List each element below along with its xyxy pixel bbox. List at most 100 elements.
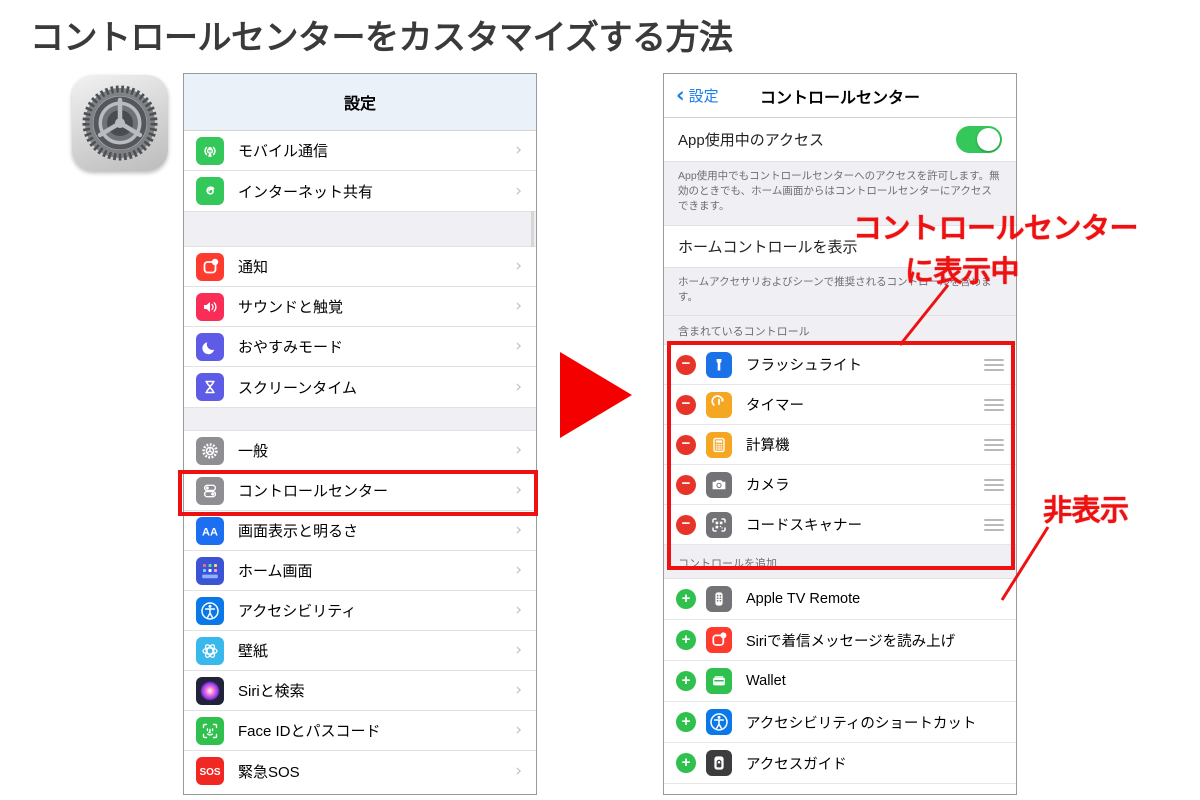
included-controls-list: − フラッシュライト − タイマー − 計算機 − カメラ − コードスキャナー [664,345,1016,546]
list-item[interactable]: − 計算機 [664,425,1016,466]
sidebar-item-label: Face IDとパスコード [238,723,381,740]
svg-text:SOS: SOS [199,767,220,778]
sidebar-item-siri-search[interactable]: Siriと検索 › [184,671,536,711]
wallpaper-icon [196,636,224,665]
available-controls-list: + Apple TV Remote + Siriで着信メッセージを読み上げ + … [664,579,1016,785]
list-item[interactable]: + Apple TV Remote [664,579,1016,621]
sidebar-item-label: モバイル通信 [238,143,329,160]
access-within-apps-label: App使用中のアクセス [678,132,824,149]
control-center-icon [196,476,224,505]
add-control-button[interactable]: + [676,589,696,610]
general-gear-icon [196,436,224,465]
sidebar-item-emergency-sos[interactable]: SOS 緊急SOS › [184,751,536,791]
guided-access-icon [706,750,732,777]
list-item-label: カメラ [746,478,790,495]
list-item[interactable]: − コードスキャナー [664,505,1016,546]
add-control-button[interactable]: + [676,753,696,774]
sidebar-item-wallpaper[interactable]: 壁紙 › [184,631,536,671]
sidebar-item-label: Siriと検索 [238,683,305,700]
list-item[interactable]: + アクセスガイド [664,743,1016,785]
drag-handle-icon[interactable] [984,398,1004,411]
remove-control-button[interactable]: − [676,514,696,535]
access-within-apps-row[interactable]: App使用中のアクセス [664,118,1016,162]
sidebar-item-label: スクリーンタイム [238,379,357,397]
settings-group-system: 一般 › コントロールセンター › AA 画面表示と明るさ › ホーム画面 › … [184,431,536,791]
sidebar-item-screen-time[interactable]: スクリーンタイム › [184,367,536,407]
sidebar-item-do-not-disturb[interactable]: おやすみモード › [184,327,536,367]
remove-control-button[interactable]: − [676,394,696,415]
sidebar-item-label: ホーム画面 [238,563,313,580]
show-home-controls-label: ホームコントロールを表示 [678,238,858,256]
sidebar-item-sounds-haptics[interactable]: サウンドと触覚 › [184,287,536,327]
back-button-label: 設定 [688,88,719,105]
back-button[interactable]: ‹ 設定 [676,85,719,106]
plus-icon: + [681,630,691,648]
drag-handle-icon[interactable] [984,518,1004,531]
wallet-icon [706,668,732,695]
add-controls-header: コントロールを追加 [664,545,1016,580]
list-item[interactable]: − フラッシュライト [664,345,1016,386]
chevron-right-icon: › [515,600,522,620]
drag-handle-icon[interactable] [984,438,1004,451]
list-item-label: アクセシビリティのショートカット [746,715,977,732]
list-item[interactable]: + アクセシビリティのショートカット [664,702,1016,744]
apple-tv-remote-icon [706,586,732,613]
chevron-left-icon: ‹ [676,83,685,107]
accessibility-icon [196,596,224,625]
emergency-sos-icon: SOS [196,757,224,785]
sidebar-item-notifications[interactable]: 通知 › [184,247,536,287]
plus-icon: + [681,671,691,689]
remove-control-button[interactable]: − [676,434,696,455]
remove-control-button[interactable]: − [676,354,696,375]
add-control-button[interactable]: + [676,630,696,651]
add-control-button[interactable]: + [676,712,696,733]
chevron-right-icon: › [515,520,522,540]
drag-handle-icon[interactable] [984,478,1004,491]
page-title: コントロールセンターをカスタマイズする方法 [30,19,733,57]
sidebar-item-label: 壁紙 [238,643,269,660]
announce-messages-icon [706,627,732,654]
sidebar-item-home-screen[interactable]: ホーム画面 › [184,551,536,591]
list-item[interactable]: − カメラ [664,465,1016,506]
sidebar-item-display-brightness[interactable]: AA 画面表示と明るさ › [184,511,536,551]
annotation-hidden: 非表示 [1043,495,1129,527]
drag-handle-icon[interactable] [984,358,1004,371]
section-divider [184,211,536,247]
settings-screen-panel: 設定 モバイル通信 › インターネット共有 › 通知 › サウンドと触覚 › お… [183,73,537,795]
sidebar-item-control-center[interactable]: コントロールセンター › [184,471,536,511]
sidebar-item-cellular[interactable]: モバイル通信 › [184,131,536,171]
chevron-right-icon: › [515,376,522,397]
minus-icon: − [681,515,691,533]
home-screen-grid-icon [196,556,224,585]
list-item[interactable]: − タイマー [664,385,1016,426]
minus-icon: − [681,355,691,373]
list-item[interactable]: + Wallet [664,661,1016,703]
list-item-label: コードスキャナー [746,518,862,535]
annotation-shown-line2: に表示中 [905,256,1020,288]
chevron-right-icon: › [515,256,522,276]
list-item-label: Siriで着信メッセージを読み上げ [746,633,956,650]
list-item[interactable]: + Siriで着信メッセージを読み上げ [664,620,1016,662]
access-within-apps-toggle[interactable] [956,126,1002,153]
calculator-icon [706,431,732,458]
sidebar-item-label: アクセシビリティ [238,603,357,620]
add-control-button[interactable]: + [676,671,696,692]
sidebar-item-label: 画面表示と明るさ [238,523,359,540]
sidebar-item-face-id-passcode[interactable]: Face IDとパスコード › [184,711,536,751]
chevron-right-icon: › [515,680,522,700]
sidebar-item-personal-hotspot[interactable]: インターネット共有 › [184,171,536,211]
code-scanner-icon [706,511,732,538]
included-controls-header: 含まれているコントロール [664,316,1016,346]
chevron-right-icon: › [515,640,522,660]
chevron-right-icon: › [515,296,522,316]
sounds-haptics-icon [196,292,224,321]
list-item-label: Apple TV Remote [746,591,861,608]
plus-icon: + [681,589,691,607]
siri-search-icon [196,676,224,705]
sidebar-item-label: 通知 [238,259,269,276]
sidebar-item-general[interactable]: 一般 › [184,431,536,471]
remove-control-button[interactable]: − [676,474,696,495]
sidebar-item-accessibility[interactable]: アクセシビリティ › [184,591,536,631]
sidebar-item-label: 緊急SOS [238,763,300,781]
screen-time-hourglass-icon [196,373,224,401]
